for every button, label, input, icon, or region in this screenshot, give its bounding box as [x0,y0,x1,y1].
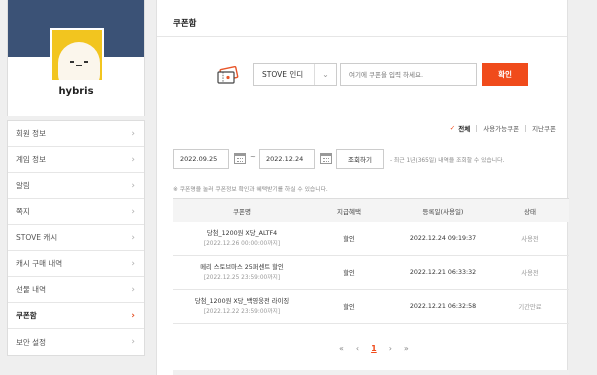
coupon-name[interactable]: 당첨_1200원 X당_백영웅전 라이징 [173,296,311,307]
coupon-table: 쿠폰명 지급혜택 등록일(사용일) 상태 당첨_1200원 X당_ALTF4 [… [173,198,569,324]
sidebar-item-game-info[interactable]: 계임 정보 › [8,147,144,173]
calendar-icon[interactable] [320,153,332,164]
sidebar: hybris 회원 정보 › 계임 정보 › 알림 › 쪽지 › STOVE 캐시 › 캐… [7,0,145,375]
confirm-button[interactable]: 확인 [482,63,528,86]
coupon-registered-date: 2022.12.24 09:19:37 [409,235,477,242]
table-row: 당첨_1200원 X당_백영웅전 라이징 [2022.12.22 23:59:0… [173,290,569,324]
coupon-name-cell[interactable]: 당첨_1200원 X당_ALTF4 [2022.12.26 00:00:00까지… [173,228,311,250]
column-header: 쿠폰명 [233,207,251,216]
avatar[interactable] [50,28,104,82]
coupon-benefit: 할인 [343,270,355,277]
sidebar-item-label: 선물 내역 [16,285,46,294]
filter-usable[interactable]: 사용가능쿠폰 [483,123,519,133]
username: hybris [58,86,94,97]
page-title: 쿠폰함 [173,19,197,29]
divider [157,36,567,37]
chevron-right-icon: › [131,206,135,217]
coupon-notice: ※ 쿠폰명을 눌러 쿠폰정보 확인과 혜택받기를 하실 수 있습니다. [173,187,328,193]
coupon-status: 기간만료 [518,304,542,311]
divider [476,124,478,132]
filter-all[interactable]: 전체 [458,123,470,133]
sidebar-item-stove-cash[interactable]: STOVE 캐시 › [8,225,144,251]
platform-select-value: STOVE 인디 [262,70,304,79]
prev-page-button[interactable]: ‹ [356,344,359,353]
chevron-right-icon: › [131,128,135,139]
sidebar-item-label: STOVE 캐시 [16,233,58,242]
sidebar-item-coupons[interactable]: 쿠폰함 › [8,303,144,329]
coupon-code-input[interactable] [340,63,477,86]
chevron-right-icon: › [131,310,135,321]
sidebar-item-cash-history[interactable]: 캐시 구매 내역 › [8,251,144,277]
sidebar-item-messages[interactable]: 쪽지 › [8,199,144,225]
last-page-button[interactable]: » [404,344,409,353]
sidebar-item-notifications[interactable]: 알림 › [8,173,144,199]
chevron-right-icon: › [131,337,135,347]
coupon-registered-date: 2022.12.21 06:33:32 [409,269,477,276]
coupon-name[interactable]: 메리 스토브마스 25퍼센트 할인 [173,262,311,273]
column-header: 지급혜택 [337,207,361,216]
sidebar-item-label: 보안 설정 [16,337,46,347]
chevron-right-icon: › [131,180,135,191]
divider [525,124,527,132]
column-header: 상태 [524,207,536,216]
avatar-face-icon [58,42,100,80]
end-date-input[interactable]: 2022.12.24 [259,149,315,169]
coupon-name-cell[interactable]: 메리 스토브마스 25퍼센트 할인 [2022.12.25 23:59:00까지… [173,262,311,284]
first-page-button[interactable]: « [339,344,344,353]
coupon-ticket-icon [217,66,239,84]
filter-expired[interactable]: 지난쿠폰 [532,123,556,133]
coupon-benefit: 할인 [343,304,355,311]
sidebar-item-member-info[interactable]: 회원 정보 › [8,121,144,147]
start-date-input[interactable]: 2022.09.25 [173,149,229,169]
profile-card: hybris [7,0,145,116]
table-header: 쿠폰명 지급혜택 등록일(사용일) 상태 [173,198,569,222]
bottom-section [173,370,569,375]
table-row: 당첨_1200원 X당_ALTF4 [2022.12.26 00:00:00까지… [173,222,569,256]
coupon-expiry: [2022.12.22 23:59:00까지] [203,308,281,315]
sidebar-item-label: 회원 정보 [16,129,46,138]
pagination: « ‹ 1 › » [333,344,415,353]
sidebar-item-label: 쪽지 [16,207,30,216]
query-button[interactable]: 조회하기 [336,149,384,169]
platform-select[interactable]: STOVE 인디 ⌄ [253,63,337,86]
coupon-expiry: [2022.12.25 23:59:00까지] [203,274,281,281]
main-panel: 쿠폰함 STOVE 인디 ⌄ 확인 ✓ 전체 사용가능쿠폰 지난쿠폰 2022.… [156,0,569,375]
calendar-icon[interactable] [234,153,246,164]
sidebar-item-label: 알림 [16,181,30,190]
sidebar-item-label: 쿠폰함 [16,311,37,320]
chevron-right-icon: › [131,154,135,165]
coupon-expiry: [2022.12.26 00:00:00까지] [203,240,281,247]
chevron-right-icon: › [131,284,135,295]
coupon-registered-date: 2022.12.21 06:32:58 [409,303,477,310]
sidebar-item-label: 캐시 구매 내역 [16,259,63,268]
table-row: 메리 스토브마스 25퍼센트 할인 [2022.12.25 23:59:00까지… [173,256,569,290]
check-icon: ✓ [449,124,456,132]
sidebar-item-security[interactable]: 보안 설정 › [8,329,144,355]
period-note: - 최근 1년(365일) 내역을 조회할 수 있습니다. [390,158,505,164]
page-number-current[interactable]: 1 [371,344,377,353]
coupon-filter-tabs: ✓ 전체 사용가능쿠폰 지난쿠폰 [450,123,556,133]
coupon-name-cell[interactable]: 당첨_1200원 X당_백영웅전 라이징 [2022.12.22 23:59:0… [173,296,311,318]
next-page-button[interactable]: › [389,344,392,353]
date-separator: ~ [250,153,256,161]
sidebar-menu: 회원 정보 › 계임 정보 › 알림 › 쪽지 › STOVE 캐시 › 캐시 구매 내역… [7,120,145,356]
chevron-right-icon: › [131,232,135,243]
coupon-status: 사용전 [521,270,539,277]
column-header: 등록일(사용일) [422,207,464,216]
coupon-name[interactable]: 당첨_1200원 X당_ALTF4 [173,228,311,239]
sidebar-item-label: 계임 정보 [16,155,46,164]
sidebar-item-gift-history[interactable]: 선물 내역 › [8,277,144,303]
chevron-right-icon: › [131,258,135,269]
coupon-status: 사용전 [521,236,539,243]
chevron-down-icon: ⌄ [314,64,336,85]
coupon-benefit: 할인 [343,236,355,243]
